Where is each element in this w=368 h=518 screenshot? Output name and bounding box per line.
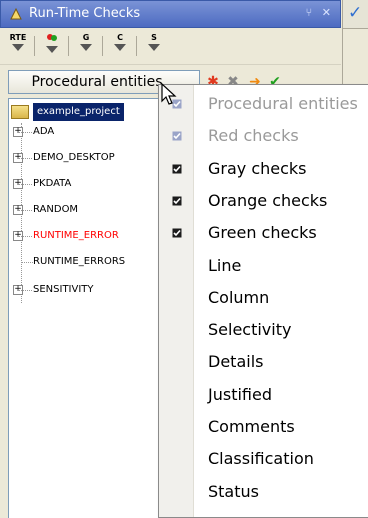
checkmark-icon: ✓ [348, 3, 363, 23]
tree-node[interactable]: + RUNTIME_ERROR [9, 227, 159, 245]
s-filter-label: S [151, 33, 157, 42]
tree-node[interactable]: RUNTIME_ERRORS [9, 253, 159, 271]
menu-item-gray-checks[interactable]: Gray checks [159, 153, 368, 185]
menu-item-label: Column [208, 287, 270, 307]
toolbar-separator [136, 36, 137, 56]
c-filter-label: C [117, 33, 123, 42]
menu-item-label: Orange checks [208, 190, 328, 210]
menu-item-details[interactable]: Details [159, 346, 368, 378]
c-filter-button[interactable]: C [108, 33, 132, 57]
menu-item-orange-checks[interactable]: Orange checks [159, 185, 368, 217]
s-filter-button[interactable]: S [142, 33, 166, 57]
toolbar-separator [34, 36, 35, 56]
toolbar-separator [102, 36, 103, 56]
menu-item-label: Status [208, 481, 259, 501]
filter-toolbar: RTE G C S [0, 28, 341, 65]
tree-node-label: RUNTIME_ERROR [33, 230, 119, 241]
window-titlebar: Run-Time Checks ⑂ ✕ [0, 0, 341, 28]
gray-check-filter-label: G [82, 33, 90, 42]
menu-item-label: Comments [208, 417, 295, 436]
red-check-icon [47, 34, 57, 41]
menu-item-red-checks: Red checks [159, 120, 368, 152]
menu-item-line[interactable]: Line [159, 250, 368, 282]
funnel-icon [80, 44, 92, 51]
menu-item-label: Classification [208, 449, 314, 469]
menu-item-label: Justified [208, 384, 272, 404]
tree-node[interactable]: + RANDOM [9, 201, 159, 219]
menu-item-label: Green checks [208, 223, 317, 243]
menu-item-procedural-entities: Procedural entities [159, 88, 368, 120]
tree-node[interactable]: + DEMO_DESKTOP [9, 149, 159, 167]
tree-node-label: ADA [33, 126, 55, 137]
menu-item-label: Details [208, 352, 264, 372]
menu-item-green-checks[interactable]: Green checks [159, 217, 368, 249]
mouse-cursor-icon [161, 82, 177, 105]
adjacent-panel-tab[interactable]: ✓ [343, 0, 368, 29]
funnel-icon [12, 44, 24, 51]
checkbox-checked-icon [172, 164, 182, 174]
window-controls[interactable]: ⑂ ✕ [306, 6, 334, 19]
tree-root-label: example_project [33, 103, 124, 121]
menu-item-label: Selectivity [208, 320, 292, 340]
checkbox-checked-icon [172, 131, 182, 141]
window-title: Run-Time Checks [29, 6, 141, 21]
tree-node-label: PKDATA [33, 178, 72, 189]
tree-connector [18, 210, 32, 211]
tree-connector [18, 290, 32, 291]
menu-item-label: Procedural entities [208, 94, 358, 113]
menu-item-selectivity[interactable]: Selectivity [159, 314, 368, 346]
menu-item-justified[interactable]: Justified [159, 379, 368, 411]
toolbar-separator [68, 36, 69, 56]
checkbox-checked-icon [172, 228, 182, 238]
red-check-filter-button[interactable] [40, 33, 64, 57]
tree-connector [18, 236, 32, 237]
menu-item-column[interactable]: Column [159, 282, 368, 314]
project-icon [11, 105, 29, 119]
menu-item-label: Red checks [208, 126, 299, 146]
funnel-icon [46, 46, 58, 53]
tree-node[interactable]: + SENSITIVITY [9, 281, 159, 299]
tree-node[interactable]: + PKDATA [9, 175, 159, 193]
tree-node-label: DEMO_DESKTOP [33, 152, 115, 163]
tree-node-label: SENSITIVITY [33, 284, 94, 295]
tree-node-label: RUNTIME_ERRORS [33, 256, 126, 267]
tree-node[interactable]: + ADA [9, 123, 159, 141]
run-time-checks-icon [10, 7, 22, 20]
menu-item-label: Line [208, 255, 242, 275]
menu-item-label: Gray checks [208, 158, 307, 178]
menu-item-status[interactable]: Status [159, 476, 368, 508]
tree-connector [18, 132, 32, 133]
tree-connector [21, 262, 33, 263]
tree-connector [18, 184, 32, 185]
funnel-icon [114, 44, 126, 51]
rte-filter-button[interactable]: RTE [6, 33, 30, 57]
rte-filter-label: RTE [9, 33, 27, 42]
column-chooser-menu: Procedural entities Red checks Gray checks… [158, 84, 368, 518]
tree-connector [18, 158, 32, 159]
funnel-icon [148, 44, 160, 51]
checkbox-checked-icon [172, 196, 182, 206]
menu-item-comments[interactable]: Comments [159, 411, 368, 443]
gray-check-filter-button[interactable]: G [74, 33, 98, 57]
menu-item-classification[interactable]: Classification [159, 443, 368, 475]
tree-node-label: RANDOM [33, 204, 79, 215]
